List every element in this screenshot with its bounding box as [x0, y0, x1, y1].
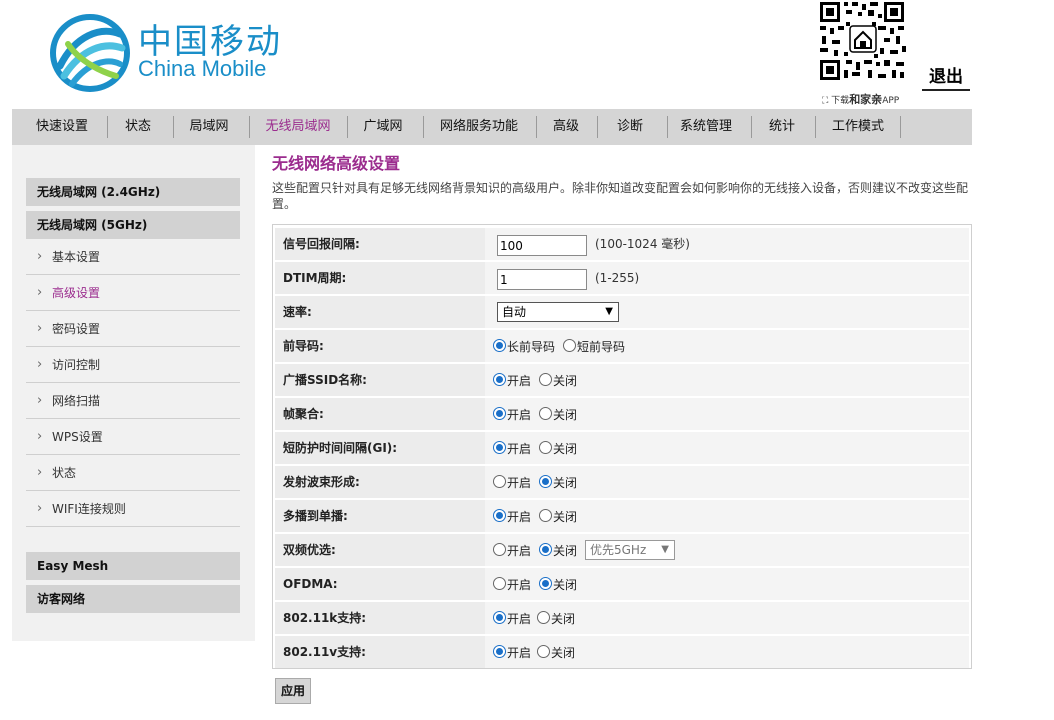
qr-caption: ⛶ 下载和家亲APP	[822, 93, 900, 106]
80211k-on-radio[interactable]	[493, 611, 506, 624]
80211v-on-radio[interactable]	[493, 645, 506, 658]
beamforming-label: 发射波束形成:	[283, 475, 360, 489]
row-band-steering: 双频优选: 开启 关闭 优先5GHz ▼	[275, 534, 969, 566]
multicast-off-radio[interactable]	[539, 509, 552, 522]
row-80211k: 802.11k支持: 开启 关闭	[275, 602, 969, 634]
page-description: 这些配置只针对具有足够无线网络背景知识的高级用户。除非你知道改变配置会如何影响你…	[272, 181, 969, 211]
nav-item-advanced[interactable]: 高级	[548, 109, 584, 145]
sidebar-item-wifi-rules[interactable]: WIFI连接规则	[26, 491, 240, 527]
ssid-broadcast-off-radio[interactable]	[539, 373, 552, 386]
row-rate: 速率: 自动 ▼	[275, 296, 969, 328]
multicast-label: 多播到单播:	[283, 509, 348, 523]
preamble-long-label: 长前导码	[507, 340, 556, 354]
short-gi-label: 短防护时间间隔(GI):	[283, 441, 398, 455]
sidebar-item-status[interactable]: 状态	[26, 455, 240, 491]
nav-item-network-services[interactable]: 网络服务功能	[436, 109, 522, 145]
beacon-interval-input[interactable]	[497, 235, 587, 256]
row-beacon-interval: 信号回报间隔: (100-1024 毫秒)	[275, 228, 969, 260]
apply-button[interactable]: 应用	[275, 678, 311, 704]
nav-item-statistics[interactable]: 统计	[762, 109, 802, 145]
aggregation-on-radio[interactable]	[493, 407, 506, 420]
beacon-label: 信号回报间隔:	[283, 237, 360, 251]
short-gi-on-radio[interactable]	[493, 441, 506, 454]
dtim-hint: (1-255)	[595, 271, 640, 285]
ssid-broadcast-on-radio[interactable]	[493, 373, 506, 386]
beacon-hint: (100-1024 毫秒)	[595, 237, 690, 251]
aggregation-label: 帧聚合:	[283, 407, 324, 421]
band-steering-label: 双频优选:	[283, 543, 336, 557]
aggregation-off-radio[interactable]	[539, 407, 552, 420]
rate-select[interactable]: 自动 ▼	[497, 302, 619, 322]
80211v-off-radio[interactable]	[537, 645, 550, 658]
row-preamble: 前导码: 长前导码 短前导码	[275, 330, 969, 362]
ofdma-on-radio[interactable]	[493, 577, 506, 590]
beamforming-off-radio[interactable]	[539, 475, 552, 488]
band-steering-off-radio[interactable]	[539, 543, 552, 556]
dtim-input[interactable]	[497, 269, 587, 290]
row-short-gi: 短防护时间间隔(GI): 开启 关闭	[275, 432, 969, 464]
nav-item-lan[interactable]: 局域网	[184, 109, 234, 145]
scan-icon: ⛶	[822, 96, 832, 106]
beamforming-on-radio[interactable]	[493, 475, 506, 488]
logout-link[interactable]: 退出	[922, 62, 970, 91]
nav-item-quick-setup[interactable]: 快速设置	[32, 109, 92, 145]
nav-item-diagnostics[interactable]: 诊断	[610, 109, 650, 145]
row-ofdma: OFDMA: 开启 关闭	[275, 568, 969, 600]
sidebar-head-wlan-24g[interactable]: 无线局域网 (2.4GHz)	[26, 178, 240, 206]
china-mobile-logo: 中国移动 China Mobile	[50, 12, 290, 92]
row-multicast: 多播到单播: 开启 关闭	[275, 500, 969, 532]
nav-item-system[interactable]: 系统管理	[676, 109, 736, 145]
preamble-short-radio[interactable]	[563, 339, 576, 352]
advanced-settings-form: 信号回报间隔: (100-1024 毫秒) DTIM周期: (1-255) 速率…	[272, 224, 972, 669]
nav-item-status[interactable]: 状态	[116, 109, 160, 145]
sidebar-item-access-control[interactable]: 访问控制	[26, 347, 240, 383]
preamble-long-radio[interactable]	[493, 339, 506, 352]
ofdma-off-radio[interactable]	[539, 577, 552, 590]
chevron-down-icon: ▼	[605, 306, 613, 317]
china-mobile-emblem-icon	[50, 14, 130, 92]
nav-item-work-mode[interactable]: 工作模式	[828, 109, 888, 145]
rate-label: 速率:	[283, 305, 312, 319]
ofdma-label: OFDMA:	[283, 577, 338, 591]
nav-item-wan[interactable]: 广域网	[360, 109, 406, 145]
sidebar-head-easymesh[interactable]: Easy Mesh	[26, 552, 240, 580]
main-nav: 快速设置 状态 局域网 无线局域网 广域网 网络服务功能 高级 诊断 系统管理 …	[12, 109, 972, 145]
row-80211v: 802.11v支持: 开启 关闭	[275, 636, 969, 668]
nav-item-wlan[interactable]: 无线局域网	[260, 109, 336, 145]
brand-name-en: China Mobile	[138, 56, 267, 81]
sidebar: 无线局域网 (2.4GHz) 无线局域网 (5GHz) 基本设置 高级设置 密码…	[12, 145, 255, 641]
band-steering-on-radio[interactable]	[493, 543, 506, 556]
page-title: 无线网络高级设置	[272, 154, 401, 173]
80211v-label: 802.11v支持:	[283, 645, 366, 659]
80211k-off-radio[interactable]	[537, 611, 550, 624]
sidebar-item-password[interactable]: 密码设置	[26, 311, 240, 347]
sidebar-item-advanced[interactable]: 高级设置	[26, 275, 240, 311]
ssid-broadcast-label: 广播SSID名称:	[283, 373, 367, 387]
chevron-down-icon: ▼	[661, 544, 669, 555]
preamble-label: 前导码:	[283, 339, 324, 353]
preamble-short-label: 短前导码	[577, 340, 626, 354]
short-gi-off-radio[interactable]	[539, 441, 552, 454]
sidebar-item-wps[interactable]: WPS设置	[26, 419, 240, 455]
sidebar-item-basic[interactable]: 基本设置	[26, 239, 240, 275]
sidebar-head-wlan-5g[interactable]: 无线局域网 (5GHz)	[26, 211, 240, 239]
row-ssid-broadcast: 广播SSID名称: 开启 关闭	[275, 364, 969, 396]
sidebar-item-scan[interactable]: 网络扫描	[26, 383, 240, 419]
row-aggregation: 帧聚合: 开启 关闭	[275, 398, 969, 430]
multicast-on-radio[interactable]	[493, 509, 506, 522]
row-dtim: DTIM周期: (1-255)	[275, 262, 969, 294]
sidebar-head-guest[interactable]: 访客网络	[26, 585, 240, 613]
dtim-label: DTIM周期:	[283, 271, 347, 285]
80211k-label: 802.11k支持:	[283, 611, 367, 625]
row-beamforming: 发射波束形成: 开启 关闭	[275, 466, 969, 498]
band-preference-select[interactable]: 优先5GHz ▼	[585, 540, 675, 560]
app-qr-code	[818, 0, 908, 82]
